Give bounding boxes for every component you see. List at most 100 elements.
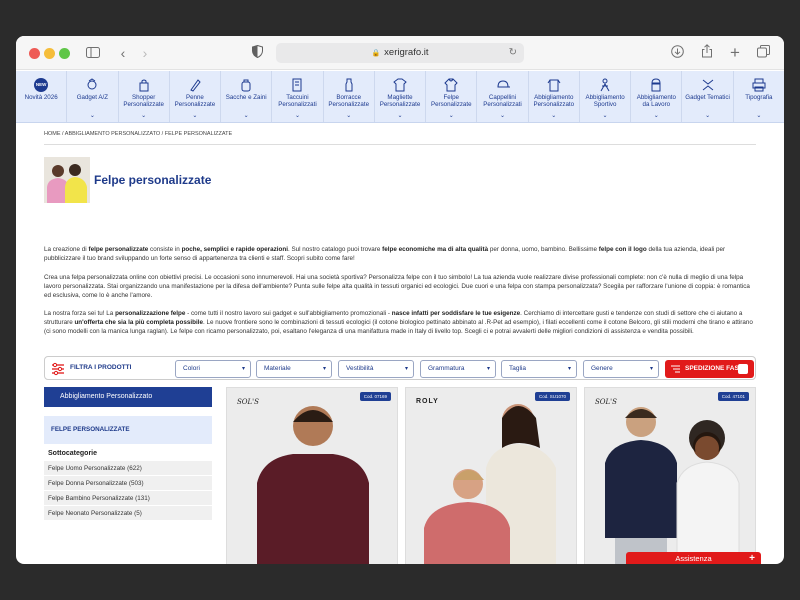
nav-item-13[interactable]: Abbigliamento da Lavoro ⌄ (631, 71, 683, 122)
nav-item-15[interactable]: Tipografia ⌄ (734, 71, 784, 122)
product-photo (227, 388, 397, 564)
tab-overview-icon[interactable] (754, 44, 772, 62)
chevron-down-icon: ⌄ (192, 113, 198, 119)
notebook-icon (292, 78, 302, 92)
filter-bar: FILTRA I PRODOTTI Colori ▾ Materiale ▾ Vesti… (44, 356, 756, 380)
shopper-icon (139, 79, 149, 92)
chevron-down-icon: ▾ (649, 366, 653, 372)
text-run: . Sul nostro catalogo puoi trovare (287, 246, 383, 253)
nav-item-3[interactable]: Shopper Personalizzate ⌄ (119, 71, 170, 122)
intro-paragraph-1: La creazione di felpe personalizzate con… (44, 245, 756, 263)
subcategory-link[interactable]: Felpe Bambino Personalizzate (131) (44, 491, 212, 506)
nav-item-label: Taccuini Personalizzati (278, 94, 317, 109)
product-card[interactable]: ROLY Cod. SU1070 (405, 387, 577, 564)
nav-item-label: Novità 2026 (24, 94, 58, 101)
nav-item-6[interactable]: Taccuini Personalizzati ⌄ (272, 71, 324, 122)
bold-text: felpe personalizzate (88, 246, 149, 253)
bottle-icon (345, 78, 353, 92)
new-badge-icon: NEW (34, 78, 49, 92)
new-tab-icon[interactable]: + (726, 44, 744, 62)
pen-icon (190, 79, 201, 92)
nav-item-1[interactable]: NEW Novità 2026 (16, 71, 68, 122)
bold-text: personalizzazione felpe (115, 310, 186, 317)
chevron-down-icon: ⌄ (705, 113, 711, 119)
lock-icon: 🔒 (371, 50, 381, 57)
plus-icon: + (749, 553, 755, 564)
nav-item-label: Felpe Personalizzate (430, 94, 472, 109)
bold-text: felpe economiche ma di alta qualità (382, 246, 489, 253)
sport-icon (600, 78, 610, 92)
filter-select-5[interactable]: Taglia ▾ (501, 360, 577, 378)
backpack-icon (241, 79, 251, 92)
filter-select-1[interactable]: Colori ▾ (175, 360, 251, 378)
close-window-button[interactable] (29, 48, 40, 59)
nav-item-label: Abbigliamento Sportivo (585, 94, 625, 109)
product-card[interactable]: SOL'S Cod. 47101 (584, 387, 756, 564)
nav-item-10[interactable]: Cappellini Personalizzati ⌄ (477, 71, 529, 122)
nav-item-9[interactable]: Felpe Personalizzate ⌄ (426, 71, 478, 122)
chevron-down-icon: ▾ (241, 366, 245, 372)
subcategory-link[interactable]: Felpe Neonato Personalizzate (5) (44, 506, 212, 521)
share-icon[interactable] (698, 44, 716, 62)
breadcrumb: HOME / ABBIGLIAMENTO PERSONALIZZATO / FE… (44, 131, 233, 137)
filter-select-2[interactable]: Materiale ▾ (256, 360, 332, 378)
category-sidebar: Abbigliamento Personalizzato FELPE PERSO… (44, 387, 212, 521)
chevron-down-icon: ⌄ (448, 113, 454, 119)
nav-item-5[interactable]: Sacche e Zaini ⌄ (221, 71, 273, 122)
nav-item-7[interactable]: Borracce Personalizzate ⌄ (324, 71, 375, 122)
text-run: La creazione di (44, 246, 89, 253)
nav-item-4[interactable]: Penne Personalizzate ⌄ (170, 71, 222, 122)
chevron-down-icon: ⌄ (500, 113, 506, 119)
subcategory-link[interactable]: Felpe Donna Personalizzate (503) (44, 476, 212, 491)
browser-toolbar: ‹ › 🔒 xerigrafo.it ↻ + (16, 36, 784, 70)
zoom-window-button[interactable] (59, 48, 70, 59)
filter-select-3[interactable]: Vestibilità ▾ (338, 360, 414, 378)
reload-icon[interactable]: ↻ (509, 43, 517, 63)
nav-item-label: Abbigliamento Personalizzato (533, 94, 575, 109)
assistance-button[interactable]: Assistenza + (626, 552, 761, 564)
sidebar-current-category[interactable]: FELPE PERSONALIZZATE (44, 416, 212, 444)
sidebar-parent-category[interactable]: Abbigliamento Personalizzato (44, 387, 212, 407)
bold-text: un'offerta che sia la più completa possi… (74, 319, 203, 326)
product-grid: SOL'S Cod. 07169 ROLY Cod. SU1070 SOL'S Cod. … (226, 387, 761, 564)
text-run: consiste in (148, 246, 182, 253)
nav-item-11[interactable]: Abbigliamento Personalizzato ⌄ (529, 71, 580, 122)
address-bar[interactable]: 🔒 xerigrafo.it ↻ (276, 43, 524, 63)
nav-item-label: Borracce Personalizzate (328, 94, 370, 109)
nav-item-14[interactable]: Gadget Tematici ⌄ (682, 71, 734, 122)
filter-select-label: Vestibilità (346, 365, 374, 372)
chevron-down-icon: ⌄ (551, 113, 557, 119)
brand-logo: SOL'S (595, 398, 617, 406)
filter-select-6[interactable]: Genere ▾ (583, 360, 659, 378)
filter-select-label: Grammatura (428, 365, 465, 372)
filter-sliders-icon[interactable] (51, 362, 65, 376)
bold-text: felpe con il logo (598, 246, 647, 253)
back-icon[interactable]: ‹ (114, 44, 132, 62)
forward-icon[interactable]: › (136, 44, 154, 62)
shield-icon[interactable] (248, 44, 266, 62)
sidebar-toggle-icon[interactable] (84, 44, 102, 62)
chevron-down-icon: ▾ (404, 366, 408, 372)
product-card[interactable]: SOL'S Cod. 07169 (226, 387, 398, 564)
nav-item-label: Sacche e Zaini (225, 94, 267, 101)
product-code-badge: Cod. 07169 (359, 392, 391, 401)
nav-item-8[interactable]: Magliette Personalizzate ⌄ (375, 71, 427, 122)
fast-shipping-checkbox[interactable] (738, 364, 748, 374)
download-icon[interactable] (668, 44, 686, 62)
fast-shipping-icon (671, 365, 680, 373)
minimize-window-button[interactable] (44, 48, 55, 59)
filter-label: FILTRA I PRODOTTI (70, 364, 132, 371)
print-icon (752, 78, 766, 92)
divider (44, 144, 756, 145)
nav-item-12[interactable]: Abbigliamento Sportivo ⌄ (580, 71, 632, 122)
subcategory-link[interactable]: Felpe Uomo Personalizzate (622) (44, 461, 212, 476)
hoodie-icon (444, 78, 458, 92)
chevron-down-icon: ⌄ (653, 113, 659, 119)
nav-item-2[interactable]: Gadget A/Z ⌄ (67, 71, 119, 122)
filter-select-4[interactable]: Grammatura ▾ (420, 360, 496, 378)
text-run: per donna, uomo, bambino. Bellissime (488, 246, 599, 253)
nav-item-label: Abbigliamento da Lavoro (636, 94, 676, 109)
fast-shipping-toggle[interactable]: SPEDIZIONE FAST (665, 360, 754, 378)
chevron-down-icon: ⌄ (346, 113, 352, 119)
chevron-down-icon: ⌄ (602, 113, 608, 119)
